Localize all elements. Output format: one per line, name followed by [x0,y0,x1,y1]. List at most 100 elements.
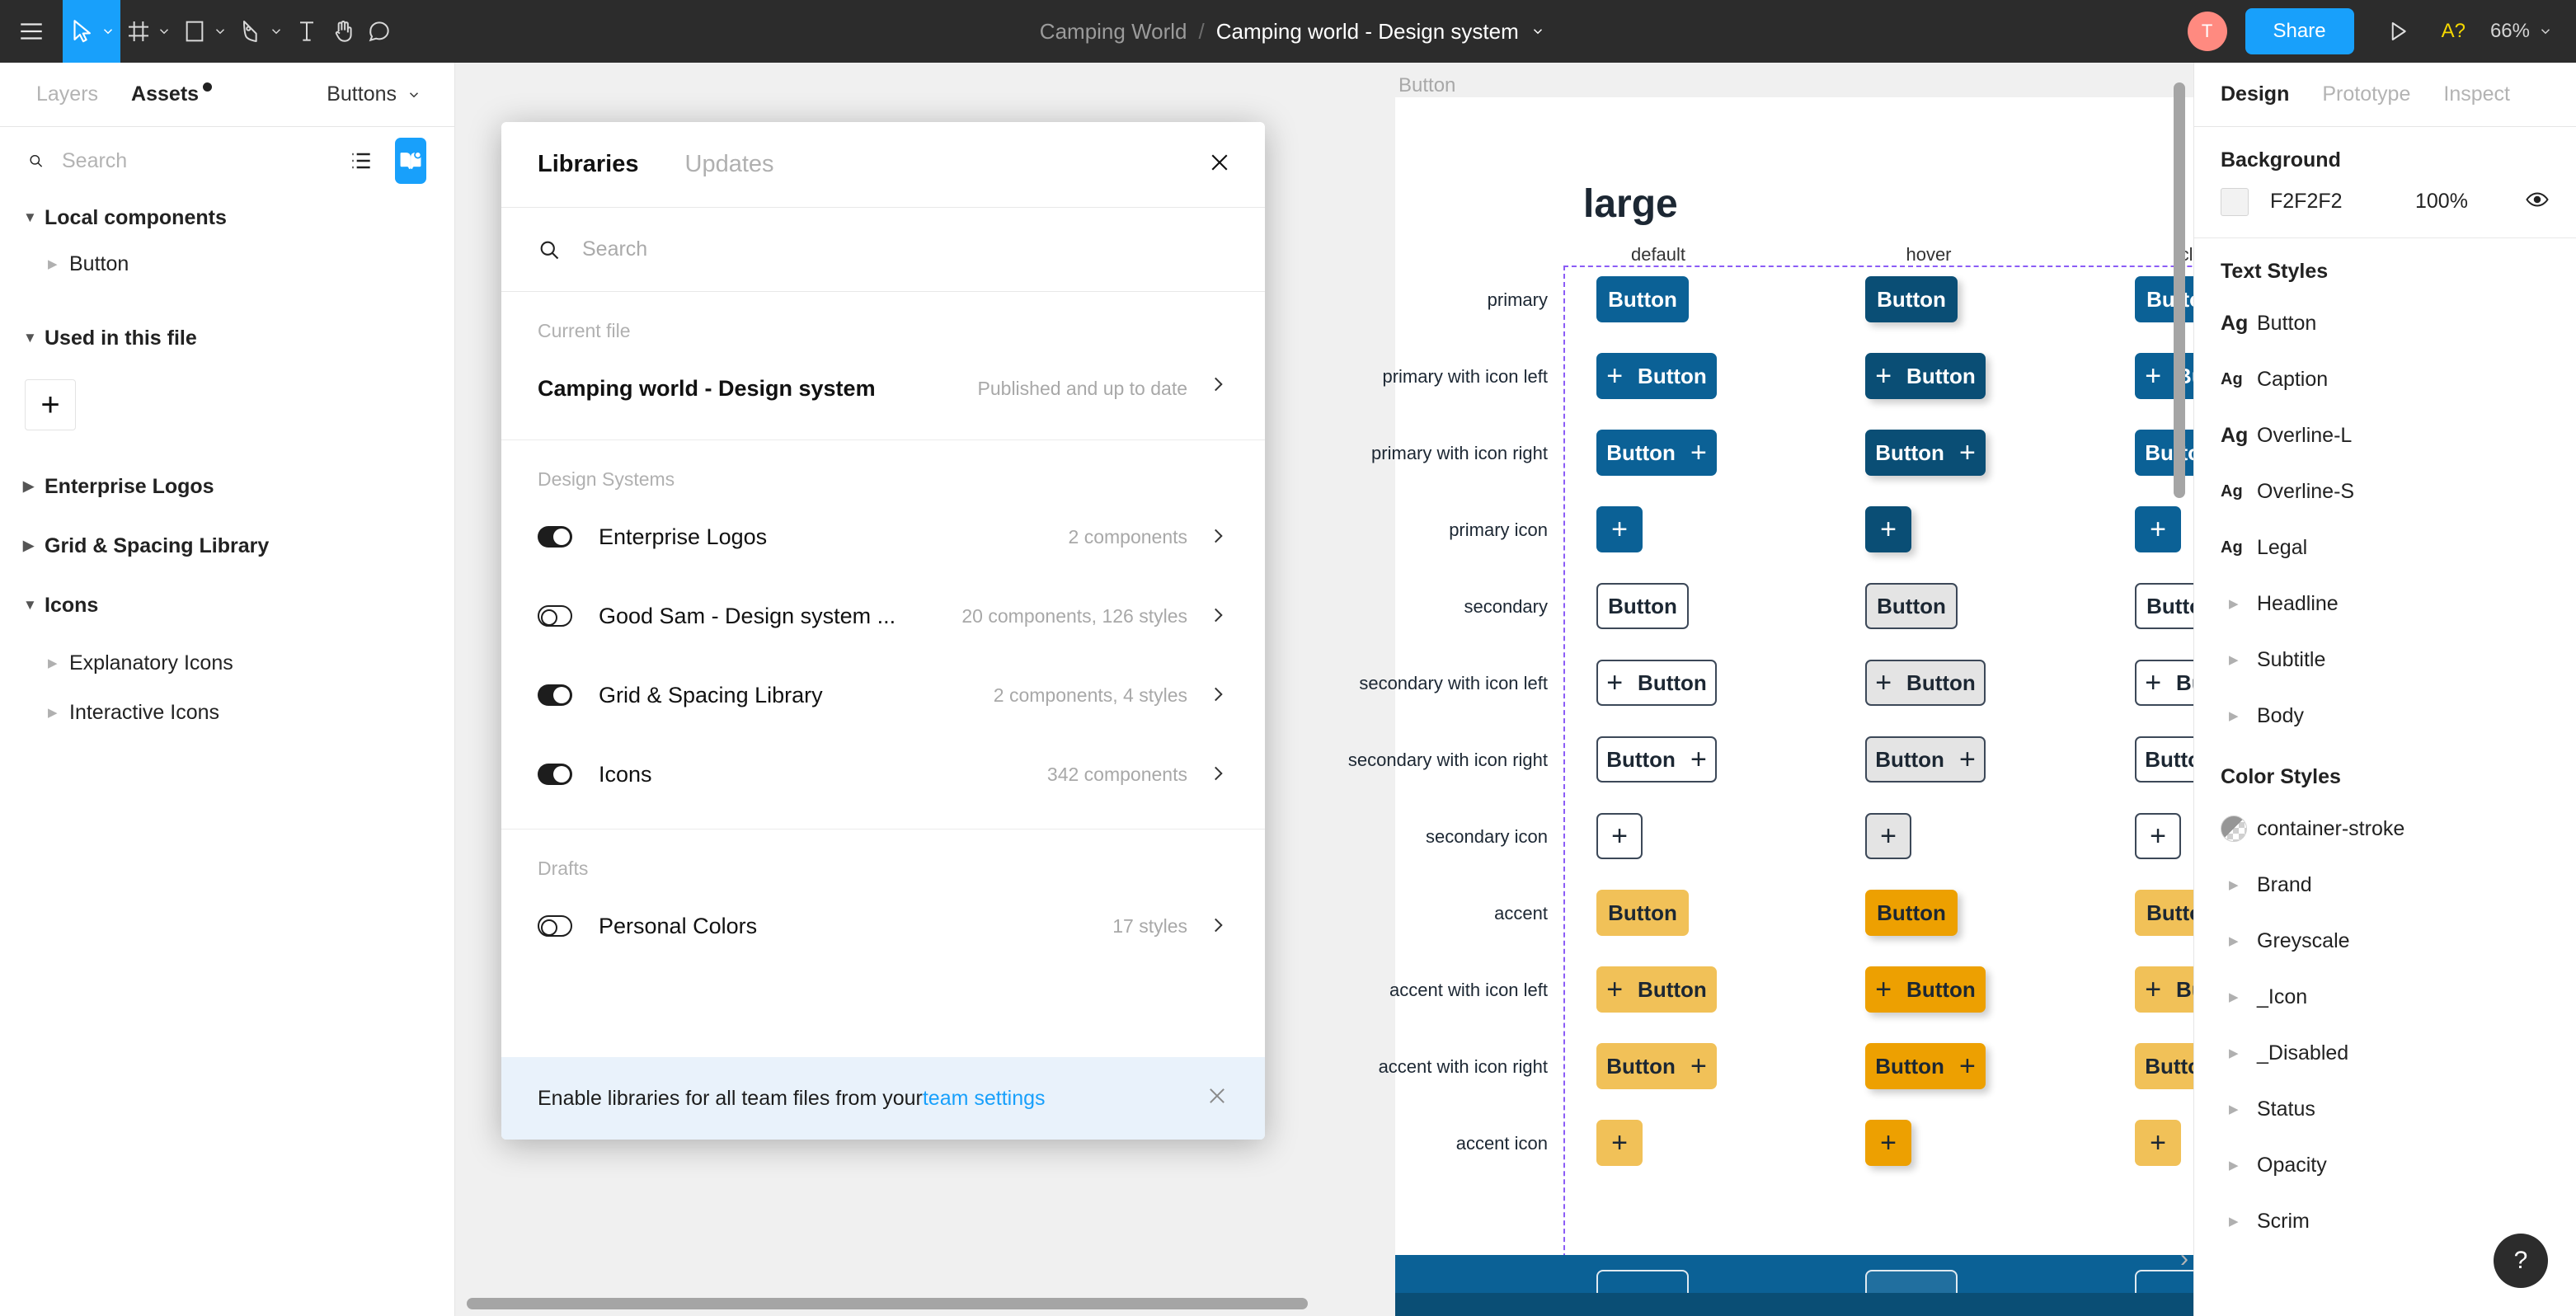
library-toggle[interactable] [538,605,572,627]
text-style-button[interactable]: Ag Button [2194,295,2576,351]
sidebar-item-interactive-icons[interactable]: ▶ Interactive Icons [0,689,454,736]
add-library-button[interactable]: + [25,379,76,430]
background-color-swatch[interactable] [2221,187,2249,216]
color-style-container-stroke[interactable]: container-stroke [2194,801,2576,857]
sidebar-section-grid-spacing-library[interactable]: ▶ Grid & Spacing Library [0,523,454,569]
canvas-horizontal-scrollbar[interactable] [467,1298,1308,1309]
text-tool[interactable] [289,0,325,63]
chevron-right-icon[interactable] [1207,525,1229,551]
shape-tool[interactable] [176,0,233,63]
button-accent-hover[interactable]: Button [1865,890,1958,936]
text-style-legal[interactable]: Ag Legal [2194,519,2576,576]
button-accent-icon-left-default[interactable]: + Button [1596,966,1717,1013]
button-accent-default[interactable]: Button [1596,890,1689,936]
tab-layers[interactable]: Layers [36,82,98,106]
tab-updates[interactable]: Updates [685,151,774,178]
library-row-current-file[interactable]: Camping world - Design system Published … [501,349,1265,428]
breadcrumb-file-name[interactable]: Camping world - Design system [1216,19,1519,45]
library-book-icon[interactable] [395,138,426,184]
button-accent-icon-left-hover[interactable]: + Button [1865,966,1986,1013]
close-icon[interactable] [1207,150,1232,179]
tab-assets[interactable]: Assets [131,82,213,106]
tab-prototype[interactable]: Prototype [2322,82,2410,106]
background-opacity-value[interactable]: 100% [2415,190,2468,214]
button-primary-icon-right-default[interactable]: Button + [1596,430,1717,476]
accessibility-check-button[interactable]: A? [2442,20,2466,43]
color-style-folder-opacity[interactable]: ▶ Opacity [2194,1137,2576,1193]
button-accent-icon-left-click[interactable]: + Button [2135,966,2193,1013]
button-primary-icon-left-default[interactable]: + Button [1596,353,1717,399]
color-style-folder-icon[interactable]: ▶ _Icon [2194,969,2576,1025]
libraries-search-input[interactable] [582,237,1229,261]
breadcrumb-team[interactable]: Camping World [1040,19,1187,45]
help-button[interactable]: ? [2494,1234,2548,1288]
button-secondary-icon-left-click[interactable]: + Button [2135,660,2193,706]
button-primary-default[interactable]: Button [1596,276,1689,322]
search-input[interactable] [62,148,327,173]
button-accent-click[interactable]: Button [2135,890,2193,936]
button-secondary-icon-right-click[interactable]: Button+ [2135,736,2193,783]
button-accent-icon-only-hover[interactable]: + [1865,1120,1911,1166]
page-selector[interactable]: Buttons [327,82,421,106]
sidebar-item-explanatory-icons[interactable]: ▶ Explanatory Icons [0,640,454,686]
color-style-folder-status[interactable]: ▶ Status [2194,1081,2576,1137]
pen-tool[interactable] [233,0,289,63]
avatar[interactable]: T [2187,12,2227,51]
zoom-control[interactable]: 66% [2490,20,2553,43]
sidebar-item-button[interactable]: ▶ Button [0,241,454,287]
button-secondary-icon-right-hover[interactable]: Button + [1865,736,1986,783]
button-secondary-icon-left-hover[interactable]: + Button [1865,660,1986,706]
sidebar-section-local-components[interactable]: ▼ Local components [0,195,454,241]
button-primary-icon-only-click[interactable]: + [2135,506,2181,552]
color-style-folder-disabled[interactable]: ▶ _Disabled [2194,1025,2576,1081]
hamburger-menu-icon[interactable] [0,0,63,63]
move-tool[interactable] [63,0,120,63]
text-style-overline-s[interactable]: Ag Overline-S [2194,463,2576,519]
library-toggle[interactable] [538,764,572,785]
library-toggle[interactable] [538,915,572,937]
chevron-right-icon[interactable] [1207,374,1229,399]
library-toggle[interactable] [538,526,572,548]
frame-tool[interactable] [120,0,176,63]
tab-libraries[interactable]: Libraries [538,151,639,178]
frame-name-label[interactable]: Button [1398,74,1455,97]
button-secondary-icon-left-default[interactable]: + Button [1596,660,1717,706]
list-view-icon[interactable] [346,138,377,184]
team-settings-link[interactable]: team settings [923,1087,1046,1111]
library-row-icons[interactable]: Icons 342 components [501,735,1265,814]
text-style-overline-l[interactable]: Ag Overline-L [2194,407,2576,463]
sidebar-section-icons[interactable]: ▼ Icons [0,582,454,628]
text-style-folder-body[interactable]: ▶ Body [2194,688,2576,744]
button-secondary-default[interactable]: Button [1596,583,1689,629]
button-secondary-hover[interactable]: Button [1865,583,1958,629]
button-primary-icon-only-default[interactable]: + [1596,506,1643,552]
play-triangle-icon[interactable] [2376,9,2420,54]
hand-tool[interactable] [325,0,361,63]
text-style-folder-subtitle[interactable]: ▶ Subtitle [2194,632,2576,688]
tab-design[interactable]: Design [2221,82,2289,106]
button-accent-icon-right-hover[interactable]: Button + [1865,1043,1986,1089]
text-style-folder-headline[interactable]: ▶ Headline [2194,576,2576,632]
eye-icon[interactable] [2525,187,2550,216]
color-style-folder-brand[interactable]: ▶ Brand [2194,857,2576,913]
button-secondary-icon-only-default[interactable]: + [1596,813,1643,859]
button-accent-icon-only-click[interactable]: + [2135,1120,2181,1166]
canvas-vertical-scrollbar[interactable] [2174,82,2185,498]
button-secondary-icon-only-hover[interactable]: + [1865,813,1911,859]
chevron-right-icon[interactable] [1207,604,1229,630]
comment-tool[interactable] [361,0,397,63]
button-accent-icon-right-default[interactable]: Button + [1596,1043,1717,1089]
tab-inspect[interactable]: Inspect [2443,82,2510,106]
chevron-right-icon[interactable] [1207,684,1229,709]
library-row-enterprise-logos[interactable]: Enterprise Logos 2 components [501,497,1265,576]
button-primary-icon-only-hover[interactable]: + [1865,506,1911,552]
button-accent-icon-only-default[interactable]: + [1596,1120,1643,1166]
chevron-right-icon[interactable] [1207,914,1229,940]
library-row-grid-spacing-library[interactable]: Grid & Spacing Library 2 components, 4 s… [501,656,1265,735]
button-primary-hover[interactable]: Button [1865,276,1958,322]
share-button[interactable]: Share [2245,8,2354,54]
button-primary-icon-left-hover[interactable]: + Button [1865,353,1986,399]
library-toggle[interactable] [538,684,572,706]
button-secondary-icon-right-default[interactable]: Button + [1596,736,1717,783]
sidebar-section-used-in-this-file[interactable]: ▼ Used in this file [0,315,454,361]
